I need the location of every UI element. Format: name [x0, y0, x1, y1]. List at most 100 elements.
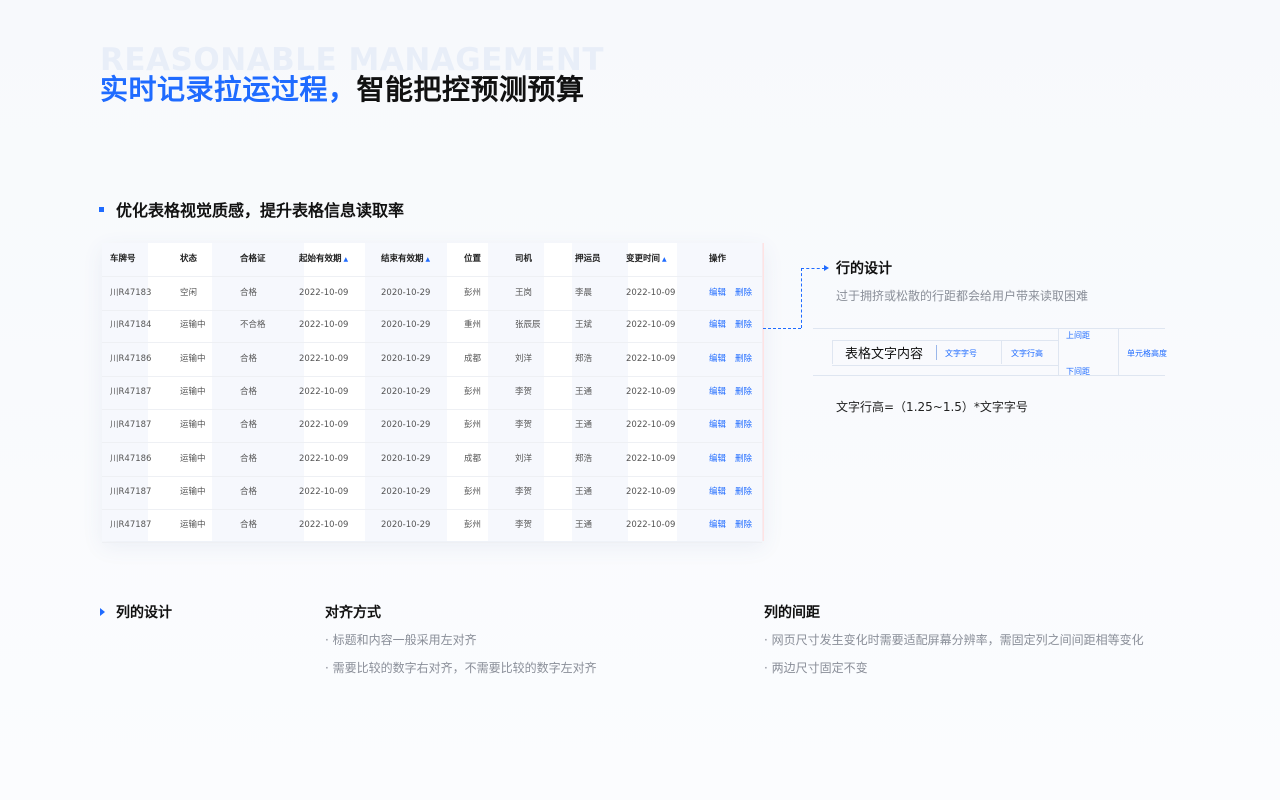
table-cell: 合格	[240, 453, 258, 464]
table-header: 车牌号 状态 合格证 起始有效期 ▲ 结束有效期 ▲ 位置 司机 押运员 变更时间 ▲ 操作	[102, 243, 762, 276]
table-row: 川R47187 运输中 合格 2022-10-09 2020-10-29 彭州 李贺 王通 20…	[102, 476, 762, 510]
column-header[interactable]: 变更时间 ▲	[626, 243, 667, 276]
table-cell: 川R47187	[110, 420, 152, 431]
column-header: 车牌号	[110, 243, 136, 276]
edit-link[interactable]: 编辑	[709, 309, 726, 342]
table-cell: 川R47187	[110, 386, 152, 397]
page-headline: 实时记录拉运过程，智能把控预测预算	[100, 68, 585, 108]
spacing-item: · 网页尺寸发生变化时需要适配屏幕分辨率，需固定列之间间距相等变化	[764, 633, 1144, 647]
table-cell: 2022-10-09	[299, 520, 349, 531]
table-row: 川R47187 运输中 合格 2022-10-09 2020-10-29 彭州 李贺 王通 20…	[102, 509, 762, 544]
table-cell: 合格	[240, 288, 258, 298]
table-cell: 川R47183	[110, 288, 152, 298]
table-cell: 川R47187	[110, 486, 152, 497]
column-header-label: 起始有效期	[299, 254, 342, 264]
sort-arrow-icon[interactable]: ▲	[662, 256, 667, 263]
diagram-bottom-spacing-label: 下间距	[1066, 367, 1090, 376]
table-cell: 空闲	[180, 288, 198, 298]
table-cell: 王斌	[575, 320, 593, 331]
table-cell: 李贺	[515, 420, 533, 431]
headline-rest: 智能把控预测预算	[356, 73, 585, 106]
diagram-content-text: 表格文字内容	[845, 347, 924, 362]
table-cell: 运输中	[180, 520, 206, 531]
sort-arrow-icon[interactable]: ▲	[344, 256, 349, 263]
table-cell: 2020-10-29	[381, 320, 431, 331]
delete-link[interactable]: 删除	[735, 376, 752, 409]
column-header: 合格证	[240, 243, 266, 276]
alignment-item: · 标题和内容一般采用左对齐	[325, 633, 477, 647]
column-header[interactable]: 结束有效期 ▲	[381, 243, 430, 276]
alignment-item: · 需要比较的数字右对齐，不需要比较的数字左对齐	[325, 661, 597, 675]
table-cell: 李贺	[515, 386, 533, 397]
table-cell: 川R47184	[110, 320, 152, 331]
column-header-label: 司机	[515, 254, 533, 264]
edit-link[interactable]: 编辑	[709, 409, 726, 442]
arrow-right-icon	[824, 265, 829, 271]
delete-link[interactable]: 删除	[735, 443, 752, 476]
edit-link[interactable]: 编辑	[709, 376, 726, 409]
column-header: 押运员	[575, 243, 601, 276]
edit-link[interactable]: 编辑	[709, 343, 726, 376]
edit-link[interactable]: 编辑	[709, 277, 726, 310]
table-row: 川R47187 运输中 合格 2022-10-09 2020-10-29 彭州 李贺 王通 20…	[102, 376, 762, 410]
table-cell: 2022-10-09	[626, 320, 676, 331]
table-cell: 2022-10-09	[626, 288, 676, 298]
table-cell: 合格	[240, 486, 258, 497]
column-header[interactable]: 起始有效期 ▲	[299, 243, 348, 276]
table-cell: 川R47186	[110, 453, 152, 464]
edit-link[interactable]: 编辑	[709, 509, 726, 542]
data-table: 车牌号 状态 合格证 起始有效期 ▲ 结束有效期 ▲ 位置 司机 押运员 变更时间 ▲ 操作 川R471…	[102, 243, 764, 544]
delete-link[interactable]: 删除	[735, 277, 752, 310]
table-cell: 运输中	[180, 453, 206, 464]
column-header-label: 操作	[709, 254, 727, 264]
table-cell: 2020-10-29	[381, 420, 431, 431]
delete-link[interactable]: 删除	[735, 476, 752, 509]
column-header-label: 状态	[180, 254, 198, 264]
table-cell: 2022-10-09	[626, 453, 676, 464]
diagram-font-size-label: 文字字号	[945, 349, 977, 358]
table-cell: 王通	[575, 420, 593, 431]
column-header: 司机	[515, 243, 532, 276]
table-row: 川R47184 运输中 不合格 2022-10-09 2020-10-29 重州 张辰辰 王斌…	[102, 309, 762, 344]
table-cell: 合格	[240, 520, 258, 531]
table-cell: 2022-10-09	[626, 420, 676, 431]
delete-link[interactable]: 删除	[735, 509, 752, 542]
column-header-label: 变更时间	[626, 254, 661, 264]
table-cell: 王通	[575, 486, 593, 497]
delete-link[interactable]: 删除	[735, 409, 752, 442]
table-row: 川R47186 运输中 合格 2022-10-09 2020-10-29 成都 刘洋 郑浩 20…	[102, 443, 762, 477]
table-cell: 2020-10-29	[381, 453, 431, 464]
table-cell: 运输中	[180, 320, 206, 331]
edit-link[interactable]: 编辑	[709, 443, 726, 476]
diagram-line	[813, 328, 1165, 329]
column-header: 操作	[709, 243, 726, 276]
spacing-item: · 两边尺寸固定不变	[764, 661, 868, 675]
table-cell: 李晨	[575, 288, 593, 298]
section-title-text: 优化表格视觉质感，提升表格信息读取率	[116, 201, 405, 220]
delete-link[interactable]: 删除	[735, 343, 752, 376]
diagram-line	[1001, 340, 1002, 364]
column-header-label: 车牌号	[110, 254, 136, 264]
table-cell: 合格	[240, 353, 258, 364]
column-header-label: 合格证	[240, 254, 266, 264]
text-cursor-icon	[936, 345, 937, 360]
table-cell: 刘洋	[515, 453, 533, 464]
sort-arrow-icon[interactable]: ▲	[426, 256, 431, 263]
table-cell: 郑浩	[575, 453, 593, 464]
column-header-label: 押运员	[575, 254, 601, 264]
table-cell: 2022-10-09	[626, 520, 676, 531]
diagram-cell-height-label: 单元格高度	[1127, 349, 1167, 358]
table-cell: 川R47187	[110, 520, 152, 531]
table-cell: 2022-10-09	[299, 453, 349, 464]
diagram-line	[832, 340, 833, 364]
line-height-formula: 文字行高=（1.25~1.5）*文字字号	[836, 400, 1028, 414]
table-cell: 2022-10-09	[626, 386, 676, 397]
delete-link[interactable]: 删除	[735, 309, 752, 342]
table-cell: 运输中	[180, 386, 206, 397]
section-title: 优化表格视觉质感，提升表格信息读取率	[99, 197, 404, 221]
column-header: 位置	[464, 243, 481, 276]
column-header: 状态	[180, 243, 197, 276]
table-cell: 彭州	[464, 288, 482, 298]
edit-link[interactable]: 编辑	[709, 476, 726, 509]
table-row: 川R47186 运输中 合格 2022-10-09 2020-10-29 成都 刘洋 郑浩 20…	[102, 343, 762, 377]
